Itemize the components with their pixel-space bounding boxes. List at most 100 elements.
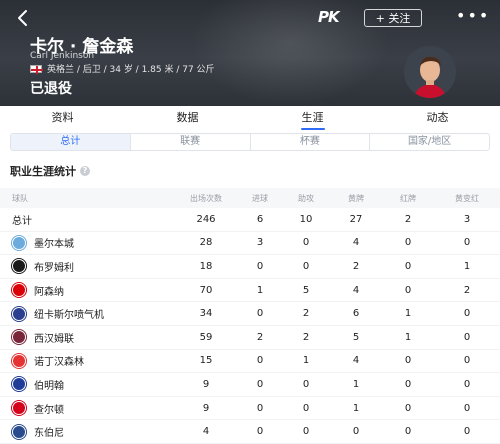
team-name: 伯明翰 <box>34 380 64 392</box>
team-crest-icon <box>12 235 26 250</box>
table-row[interactable]: 东伯尼 4 0 0 0 0 0 <box>0 420 500 444</box>
team-cell: 西汉姆联 <box>0 330 174 345</box>
team-cell: 墨尔本城 <box>0 235 174 250</box>
table-header: 球队 出场次数 进球 助攻 黄牌 红牌 黄变红 <box>0 188 500 208</box>
tab-career[interactable]: 生涯 <box>250 106 375 130</box>
team-cell: 布罗姆利 <box>0 259 174 274</box>
player-info-text: 英格兰 / 后卫 / 34 岁 / 1.85 米 / 77 公斤 <box>47 65 215 75</box>
stat-cell: 0 <box>463 331 471 343</box>
stat-cell: 2 <box>302 331 310 343</box>
stat-cell: 0 <box>302 237 310 249</box>
column-header-team: 球队 <box>12 193 28 203</box>
tab-profile[interactable]: 资料 <box>0 106 125 130</box>
stat-cell: 0 <box>463 237 471 249</box>
stat-cell: 6 <box>352 308 360 320</box>
stat-cell: 0 <box>302 426 310 438</box>
main-tabs: 资料 数据 生涯 动态 <box>0 106 500 130</box>
team-name: 墨尔本城 <box>34 239 74 251</box>
stat-cell: 34 <box>199 308 213 320</box>
stat-cell: 1 <box>463 260 471 272</box>
stat-cell: 0 <box>404 237 412 249</box>
team-crest-icon <box>12 377 26 392</box>
stat-cell: 4 <box>352 237 360 249</box>
team-name: 东伯尼 <box>34 428 64 440</box>
team-cell: 纽卡斯尔喷气机 <box>0 306 174 321</box>
total-label: 总计 <box>12 215 32 227</box>
stat-cell: 0 <box>352 426 360 438</box>
stat-cell: 2 <box>352 260 360 272</box>
team-name: 纽卡斯尔喷气机 <box>34 310 104 322</box>
team-name: 诺丁汉森林 <box>34 357 84 369</box>
more-icon[interactable]: ••• <box>456 8 488 25</box>
total-cell: 246 <box>196 213 216 225</box>
table-row[interactable]: 西汉姆联 59 2 2 5 1 0 <box>0 326 500 350</box>
stat-cell: 0 <box>463 308 471 320</box>
table-row[interactable]: 伯明翰 9 0 0 1 0 0 <box>0 373 500 397</box>
team-cell: 东伯尼 <box>0 424 174 439</box>
team-crest-icon <box>12 401 26 416</box>
team-crest-icon <box>12 353 26 368</box>
section-title: 职业生涯统计 ? <box>10 163 90 179</box>
back-arrow-icon[interactable] <box>14 8 34 28</box>
team-rows: 墨尔本城 28 3 0 4 0 0 布罗姆利 18 0 0 2 0 1 阿森纳 70 1 5 4 0 2 纽卡斯尔喷气机 3… <box>0 232 500 444</box>
table-row[interactable]: 阿森纳 70 1 5 4 0 2 <box>0 279 500 303</box>
stat-cell: 0 <box>404 260 412 272</box>
column-header-assists: 助攻 <box>298 193 314 203</box>
stat-cell: 0 <box>404 426 412 438</box>
stat-cell: 0 <box>463 402 471 414</box>
stat-cell: 59 <box>199 331 213 343</box>
table-row[interactable]: 墨尔本城 28 3 0 4 0 0 <box>0 232 500 256</box>
stat-cell: 1 <box>352 402 360 414</box>
stat-cell: 0 <box>404 378 412 390</box>
follow-button[interactable]: + 关注 <box>364 9 422 27</box>
career-stats-table: 球队 出场次数 进球 助攻 黄牌 红牌 黄变红 总计 246 6 10 27 2… <box>0 188 500 444</box>
stat-cell: 0 <box>256 308 264 320</box>
career-subtabs: 总计 联赛 杯赛 国家/地区 <box>10 133 490 151</box>
stat-cell: 4 <box>352 284 360 296</box>
team-name: 西汉姆联 <box>34 333 74 345</box>
player-photo-icon <box>404 46 456 98</box>
subtab-total[interactable]: 总计 <box>11 134 131 150</box>
player-english-name: Carl Jenkinson <box>30 51 95 61</box>
england-flag-icon <box>30 64 43 74</box>
column-header-yellow: 黄牌 <box>348 193 364 203</box>
tab-data[interactable]: 数据 <box>125 106 250 130</box>
table-row[interactable]: 诺丁汉森林 15 0 1 4 0 0 <box>0 350 500 374</box>
table-row[interactable]: 查尔顿 9 0 0 1 0 0 <box>0 397 500 421</box>
stat-cell: 5 <box>352 331 360 343</box>
stat-cell: 0 <box>404 355 412 367</box>
stat-cell: 0 <box>302 402 310 414</box>
total-cell: 6 <box>256 213 264 225</box>
stat-cell: 1 <box>404 308 412 320</box>
stat-cell: 1 <box>302 355 310 367</box>
help-icon[interactable]: ? <box>80 166 90 176</box>
stat-cell: 5 <box>302 284 310 296</box>
stat-cell: 18 <box>199 260 213 272</box>
player-header: PK + 关注 ••• 卡尔 · 詹金森 Carl Jenkinson 英格兰 … <box>0 0 500 106</box>
table-row[interactable]: 纽卡斯尔喷气机 34 0 2 6 1 0 <box>0 302 500 326</box>
stat-cell: 0 <box>302 378 310 390</box>
column-header-second-yellow: 黄变红 <box>455 193 479 203</box>
avatar <box>404 46 456 98</box>
stat-cell: 2 <box>256 331 264 343</box>
column-header-appearances: 出场次数 <box>190 193 222 203</box>
table-row[interactable]: 布罗姆利 18 0 0 2 0 1 <box>0 255 500 279</box>
subtab-league[interactable]: 联赛 <box>131 134 251 150</box>
team-name: 阿森纳 <box>34 286 64 298</box>
stat-cell: 0 <box>302 260 310 272</box>
stat-cell: 2 <box>463 284 471 296</box>
stat-cell: 0 <box>256 426 264 438</box>
subtab-cup[interactable]: 杯赛 <box>251 134 371 150</box>
stat-cell: 2 <box>302 308 310 320</box>
header-background-shape <box>190 0 390 106</box>
stat-cell: 3 <box>256 237 264 249</box>
stat-cell: 0 <box>463 378 471 390</box>
stat-cell: 0 <box>463 426 471 438</box>
stat-cell: 9 <box>202 402 210 414</box>
app-logo: PK <box>318 8 340 26</box>
stat-cell: 1 <box>404 331 412 343</box>
stat-cell: 4 <box>352 355 360 367</box>
stat-cell: 28 <box>199 237 213 249</box>
tab-news[interactable]: 动态 <box>375 106 500 130</box>
subtab-national[interactable]: 国家/地区 <box>370 134 489 150</box>
